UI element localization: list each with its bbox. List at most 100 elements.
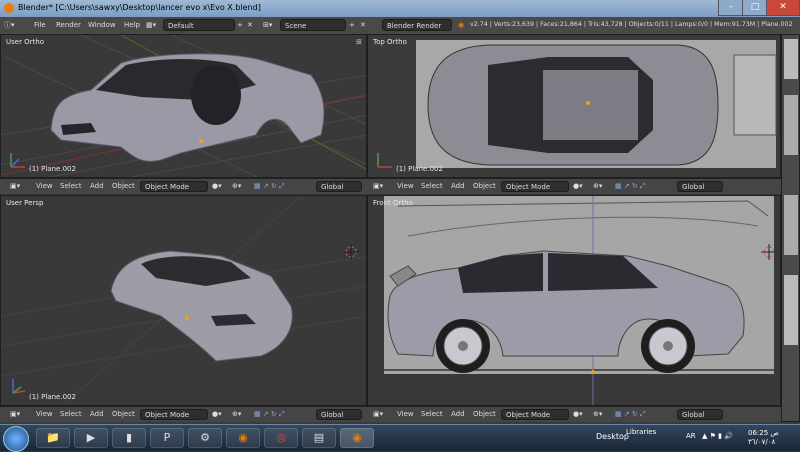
menu-object[interactable]: Object	[112, 181, 135, 192]
mode-select[interactable]: Object Mode	[140, 409, 208, 420]
axis-gizmo-icon	[12, 379, 26, 394]
shading-select[interactable]: ●▾	[573, 409, 583, 420]
media-player-icon[interactable]: ▶	[74, 428, 108, 448]
menu-object[interactable]: Object	[112, 409, 135, 420]
side-panel-strip[interactable]	[781, 34, 800, 422]
editor-type-icon[interactable]: ▣▾	[373, 409, 383, 420]
manipulator-icons[interactable]: ▦ ↗ ↻ ⤢	[254, 181, 285, 192]
language-indicator[interactable]: AR	[686, 432, 696, 440]
front-view-blueprint[interactable]	[368, 196, 781, 406]
3d-cursor-icon[interactable]	[761, 244, 777, 260]
menu-help[interactable]: Help	[124, 19, 140, 31]
active-object-label: (1) Plane.002	[396, 165, 443, 173]
axis-gizmo-icon	[377, 153, 392, 168]
viewport-front-ortho[interactable]: Front Ortho	[367, 195, 781, 406]
viewport-top-ortho[interactable]: Top Ortho (1) Plane.002	[367, 34, 781, 178]
viewport-header-bl: ▣▾ View Select Add Object Object Mode ●▾…	[0, 406, 367, 422]
manipulator-icons[interactable]: ▦ ↗ ↻ ⤢	[254, 409, 285, 420]
pixel-app-icon[interactable]: P	[150, 428, 184, 448]
explorer-icon[interactable]: 📁	[36, 428, 70, 448]
3d-cursor-icon[interactable]	[343, 244, 359, 260]
mode-select[interactable]: Object Mode	[501, 181, 569, 192]
tray-icons[interactable]: ▲ ⚑ ▮ 🔊	[702, 432, 733, 440]
screen-layout-field[interactable]: Default	[163, 19, 235, 31]
menu-view[interactable]: View	[36, 181, 53, 192]
screen-layout-icon[interactable]: ▦▾	[146, 19, 156, 31]
delete-scene-button[interactable]: ✕	[360, 19, 366, 31]
start-button[interactable]	[3, 426, 29, 452]
editor-type-icon[interactable]: ▣▾	[10, 181, 20, 192]
top-view-blueprint[interactable]	[368, 35, 781, 178]
add-screen-button[interactable]: +	[237, 19, 243, 31]
clock-date[interactable]: ٣٦/٠٧/٠٨	[748, 438, 775, 446]
viewport-user-persp[interactable]: User Persp (1) Plane.002	[0, 195, 367, 406]
viewport-label: Top Ortho	[373, 38, 407, 46]
menu-select[interactable]: Select	[60, 181, 82, 192]
delete-screen-button[interactable]: ✕	[247, 19, 253, 31]
blender-logo-icon	[4, 3, 14, 13]
mode-select[interactable]: Object Mode	[501, 409, 569, 420]
menu-add[interactable]: Add	[90, 181, 104, 192]
add-scene-button[interactable]: +	[349, 19, 355, 31]
viewport-user-ortho[interactable]: User Ortho (1) Plane.002 ⊞	[0, 34, 367, 178]
viewport-header-tr: ▣▾ View Select Add Object Object Mode ●▾…	[367, 178, 781, 194]
desktop-toolbar[interactable]: Desktop	[596, 432, 629, 441]
car-model[interactable]	[1, 35, 367, 178]
pivot-icon[interactable]: ⊕▾	[232, 181, 241, 192]
pivot-icon[interactable]: ⊕▾	[593, 409, 602, 420]
mode-select[interactable]: Object Mode	[140, 181, 208, 192]
menu-select[interactable]: Select	[421, 181, 443, 192]
orientation-select[interactable]: Global	[316, 409, 362, 420]
menu-view[interactable]: View	[36, 409, 53, 420]
panel-thumb-4	[784, 275, 798, 345]
orientation-select[interactable]: Global	[316, 181, 362, 192]
folder-window-icon[interactable]: ▤	[302, 428, 336, 448]
area-split-icon[interactable]: ⊞	[356, 38, 362, 46]
menu-select[interactable]: Select	[60, 409, 82, 420]
scene-icon[interactable]: ⊞▾	[263, 19, 272, 31]
chrome-icon[interactable]: ◎	[264, 428, 298, 448]
front-wheel	[641, 319, 695, 373]
shading-select[interactable]: ●▾	[212, 181, 222, 192]
car-model[interactable]	[1, 196, 367, 406]
menu-select[interactable]: Select	[421, 409, 443, 420]
rear-wheel	[436, 319, 490, 373]
minimize-button[interactable]: –	[718, 0, 744, 16]
menu-file[interactable]: File	[34, 19, 46, 31]
close-button[interactable]: ✕	[766, 0, 800, 16]
editor-type-icon[interactable]: ⓘ▾	[4, 19, 22, 31]
maximize-button[interactable]: □	[742, 0, 768, 16]
editor-type-icon[interactable]: ▣▾	[10, 409, 20, 420]
blender-active-icon[interactable]: ◉	[340, 428, 374, 448]
viewport-header-tl: ▣▾ View Select Add Object Object Mode ●▾…	[0, 178, 367, 194]
menu-add[interactable]: Add	[90, 409, 104, 420]
editor-type-icon[interactable]: ▣▾	[373, 181, 383, 192]
clock-time[interactable]: 06:25 ص	[748, 429, 779, 437]
title-bar: Blender* [C:\Users\sawxy\Desktop\lancer …	[0, 0, 800, 17]
menu-view[interactable]: View	[397, 409, 414, 420]
shading-select[interactable]: ●▾	[212, 409, 222, 420]
menu-add[interactable]: Add	[451, 409, 465, 420]
menu-object[interactable]: Object	[473, 181, 496, 192]
manipulator-icons[interactable]: ▦ ↗ ↻ ⤢	[615, 181, 646, 192]
scene-field[interactable]: Scene	[280, 19, 346, 31]
orientation-select[interactable]: Global	[677, 409, 723, 420]
gadget-icon[interactable]: ⚙	[188, 428, 222, 448]
manipulator-icons[interactable]: ▦ ↗ ↻ ⤢	[615, 409, 646, 420]
menu-view[interactable]: View	[397, 181, 414, 192]
pivot-icon[interactable]: ⊕▾	[232, 409, 241, 420]
blender-taskbar-icon[interactable]: ◉	[226, 428, 260, 448]
info-header: ⓘ▾ File Render Window Help ▦▾ Default + …	[0, 17, 800, 35]
shading-select[interactable]: ●▾	[573, 181, 583, 192]
render-engine-select[interactable]: Blender Render	[382, 19, 452, 31]
scene-stats: v2.74 | Verts:23,639 | Faces:21,864 | Tr…	[470, 21, 793, 28]
menu-object[interactable]: Object	[473, 409, 496, 420]
pivot-icon[interactable]: ⊕▾	[593, 181, 602, 192]
windows-taskbar: 📁 ▶ ▮ P ⚙ ◉ ◎ ▤ ◉ Desktop Libraries AR ▲…	[0, 424, 800, 452]
menu-add[interactable]: Add	[451, 181, 465, 192]
orientation-select[interactable]: Global	[677, 181, 723, 192]
archive-icon[interactable]: ▮	[112, 428, 146, 448]
libraries-toolbar[interactable]: Libraries	[626, 428, 656, 436]
menu-render[interactable]: Render	[56, 19, 81, 31]
menu-window[interactable]: Window	[88, 19, 116, 31]
